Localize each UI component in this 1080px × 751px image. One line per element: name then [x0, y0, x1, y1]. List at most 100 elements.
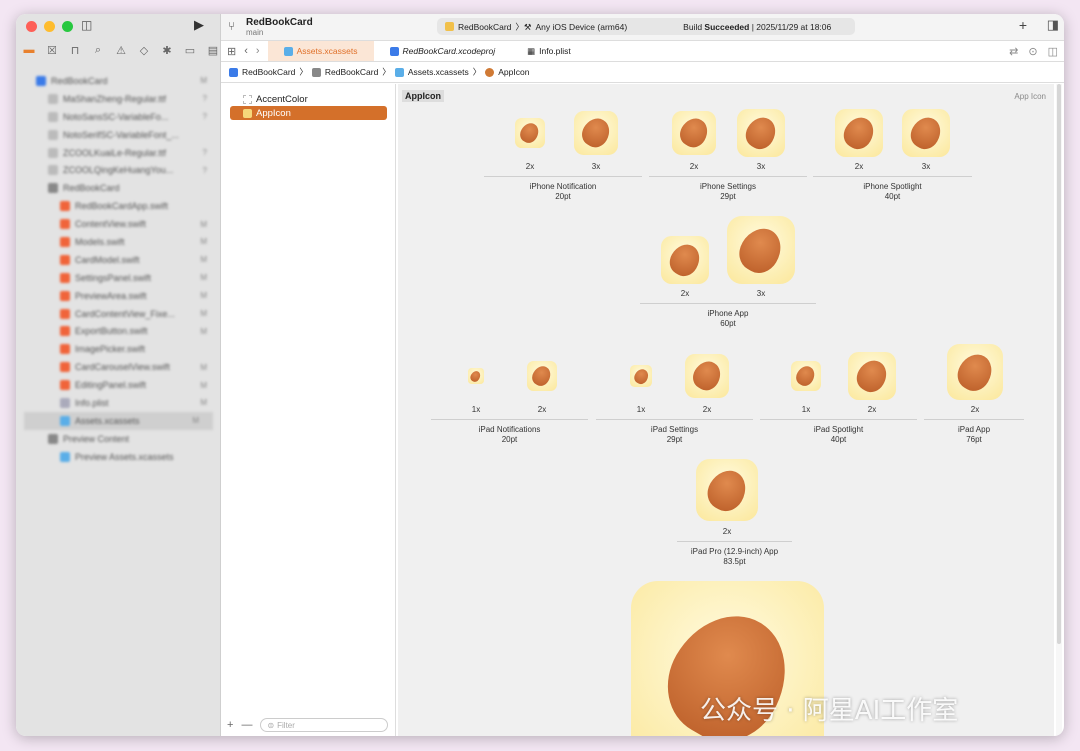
warning-icon[interactable]: ⚠ [114, 44, 128, 57]
tab-assets[interactable]: Assets.xcassets [267, 41, 374, 61]
test-icon[interactable]: ◇ [137, 44, 151, 57]
navigator-item[interactable]: Models.swift M [16, 233, 221, 251]
back-icon[interactable]: ‹ [240, 45, 252, 57]
tab-info-plist[interactable]: ▦ Info.plist [511, 41, 587, 61]
file-icon [48, 147, 58, 158]
navigator-item[interactable]: RedBookCard M [16, 72, 221, 90]
navigator-item[interactable]: ExportButton.swift M [16, 322, 221, 340]
navigator-item[interactable]: RedBookCardApp.swift [16, 197, 221, 215]
navigator-item[interactable]: Preview Assets.xcassets [16, 448, 221, 466]
file-icon [48, 165, 58, 176]
app-icon-slot[interactable] [727, 216, 795, 284]
navigator-item-label: PreviewArea.swift [75, 290, 147, 301]
navigator-item-label: CardCarouselView.swift [75, 362, 170, 373]
navigator-item[interactable]: Info.plist M [16, 394, 221, 412]
navigator-item-label: MaShanZheng-Regular.ttf [63, 93, 167, 104]
run-icon[interactable]: ▶ [194, 17, 204, 33]
inspector-toggle-icon[interactable]: ◨ [1047, 17, 1059, 33]
status-badge: M [200, 237, 207, 247]
scale-label: 2x [525, 162, 535, 171]
status-badge: M [200, 362, 207, 372]
app-icon-slot[interactable] [835, 109, 883, 157]
more-icon[interactable]: ⊙ [1028, 45, 1047, 58]
navigator-item[interactable]: CardCarouselView.swift M [16, 358, 221, 376]
file-icon [60, 254, 70, 265]
navigator-item[interactable]: MaShanZheng-Regular.ttf? [16, 90, 221, 108]
app-icon-slot[interactable] [791, 361, 821, 391]
status-badge: M [200, 219, 207, 229]
navigator-item-label: CardContentView_Fixe... [75, 308, 175, 319]
navigator-item[interactable]: Preview Content [16, 430, 221, 448]
breadcrumb-item[interactable]: RedBookCard [242, 67, 295, 77]
navigator-item[interactable]: Assets.xcassets M [24, 411, 213, 430]
forward-icon[interactable]: › [252, 45, 268, 57]
destination[interactable]: Any iOS Device (arm64) [536, 22, 628, 32]
slot-size: 29pt [666, 435, 683, 444]
folder-icon[interactable]: ▬ [22, 44, 36, 57]
scheme-selector[interactable]: RedBookCard 〉⚒ Any iOS Device (arm64) Bui… [437, 18, 855, 35]
app-icon-slot[interactable] [515, 118, 545, 148]
grid-icon[interactable]: ⊞ [221, 45, 240, 58]
app-icon-slot[interactable] [737, 109, 785, 157]
swap-icon[interactable]: ⇄ [1009, 45, 1028, 58]
add-icon[interactable]: + [1019, 17, 1027, 33]
navigator-item[interactable]: ImagePicker.swift [16, 340, 221, 358]
minimize-button[interactable] [44, 21, 55, 32]
app-icon-slot[interactable] [672, 111, 716, 155]
status-badge: ? [202, 148, 207, 157]
navigator-item[interactable]: SettingsPanel.swift M [16, 269, 221, 287]
report-icon[interactable]: ▤ [206, 44, 220, 57]
slot-size: 29pt [720, 192, 736, 201]
navigator-item-label: ZCOOLQingKeHuangYou... [63, 165, 174, 176]
navigator-item[interactable]: ZCOOLQingKeHuangYou...? [16, 161, 221, 179]
navigator-item[interactable]: CardModel.swift M [16, 251, 221, 269]
close-button[interactable] [26, 21, 37, 32]
debug-icon[interactable]: ✱ [160, 44, 174, 57]
navigator-tabs: ▬ ☒ ⊓ ⌕ ⚠ ◇ ✱ ▭ ▤ [22, 44, 220, 57]
navigator-item[interactable]: NotoSerifSC-VariableFont_... [16, 126, 221, 144]
bookmark-icon[interactable]: ⊓ [68, 44, 82, 57]
app-icon-slot[interactable] [696, 459, 758, 521]
scheme-name[interactable]: RedBookCard [458, 22, 511, 32]
breadcrumb-item[interactable]: Assets.xcassets [408, 67, 469, 77]
file-icon [36, 75, 46, 86]
tab-xcodeproj[interactable]: RedBookCard.xcodeproj [374, 41, 512, 61]
app-icon-slot[interactable] [661, 236, 709, 284]
breadcrumb-item[interactable]: AppIcon [498, 67, 529, 77]
app-icon-slot[interactable] [848, 352, 896, 400]
search-icon[interactable]: ⌕ [91, 44, 105, 57]
navigator-item[interactable]: CardContentView_Fixe... M [16, 305, 221, 323]
asset-item-accentcolor[interactable]: AccentColor [230, 92, 387, 106]
breakpoint-icon[interactable]: ▭ [183, 44, 197, 57]
navigator-item[interactable]: EditingPanel.swift M [16, 376, 221, 394]
navigator-item[interactable]: ZCOOLKuaiLe-Regular.ttf? [16, 144, 221, 162]
appicon-icon [243, 108, 252, 118]
app-icon-slot[interactable] [902, 109, 950, 157]
app-icon-slot[interactable] [685, 354, 729, 398]
navigator-item[interactable]: ContentView.swift M [16, 215, 221, 233]
file-icon [60, 380, 70, 391]
app-icon-slot[interactable] [630, 365, 652, 387]
remove-asset-button[interactable]: — [241, 719, 252, 731]
navigator-item[interactable]: NotoSansSC-VariableFo...? [16, 108, 221, 126]
filter-icon: ⊜ [267, 720, 275, 730]
scrollbar[interactable] [1056, 84, 1062, 736]
source-control-icon[interactable]: ☒ [45, 44, 59, 57]
assets-icon [283, 46, 293, 56]
breadcrumb-item[interactable]: RedBookCard [325, 67, 378, 77]
add-editor-icon[interactable]: ◫ [1048, 45, 1064, 58]
sweet-potato-icon [529, 363, 555, 389]
sidebar-toggle-icon[interactable]: ◫ [81, 18, 92, 32]
app-icon-slot[interactable] [527, 361, 557, 391]
xcode-window: ◫ ▶ ▬ ☒ ⊓ ⌕ ⚠ ◇ ✱ ▭ ▤ RedBookCard M MaShan… [16, 14, 1064, 736]
navigator-item[interactable]: PreviewArea.swift M [16, 287, 221, 305]
navigator-item[interactable]: RedBookCard [16, 179, 221, 197]
app-icon-slot[interactable] [947, 344, 1003, 400]
zoom-button[interactable] [62, 21, 73, 32]
filter-input[interactable]: ⊜ Filter [260, 718, 389, 732]
asset-item-appicon[interactable]: AppIcon [230, 106, 387, 120]
navigator-item-label: RedBookCard [51, 75, 108, 86]
add-asset-button[interactable]: + [227, 719, 233, 731]
app-icon-slot[interactable] [468, 368, 484, 384]
app-icon-slot[interactable] [574, 111, 618, 155]
